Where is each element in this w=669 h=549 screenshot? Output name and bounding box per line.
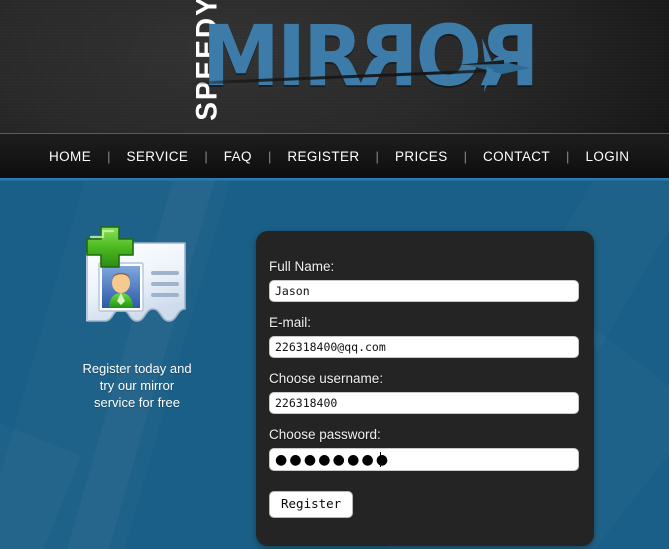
nav-item-prices[interactable]: PRICES: [395, 149, 448, 164]
nav-separator: |: [204, 148, 208, 164]
background-streak: [0, 411, 81, 549]
nav-item-faq[interactable]: FAQ: [224, 149, 252, 164]
nav-item-service[interactable]: SERVICE: [127, 149, 189, 164]
add-contact-card-icon: [69, 225, 205, 341]
username-input[interactable]: [269, 392, 579, 414]
email-input[interactable]: [269, 336, 579, 358]
promo-line-1: Register today and: [82, 361, 192, 376]
site-logo[interactable]: SPEEDY MIRROR: [166, 0, 539, 124]
nav-item-register[interactable]: REGISTER: [287, 149, 359, 164]
text-cursor: [380, 452, 381, 467]
promo-line-3: service for free: [94, 395, 180, 410]
nav-item-home[interactable]: HOME: [49, 149, 91, 164]
nav-separator: |: [463, 148, 467, 164]
promo-block: Register today and try our mirror servic…: [42, 225, 232, 411]
logo-mirror-plain: MIR: [202, 7, 363, 105]
username-label: Choose username:: [269, 371, 384, 386]
nav-separator: |: [375, 148, 379, 164]
password-input[interactable]: ●●●●●●●●: [269, 448, 579, 471]
full-name-input[interactable]: [269, 280, 579, 302]
nav-separator: |: [566, 148, 570, 164]
email-label: E-mail:: [269, 315, 312, 330]
promo-line-2: try our mirror: [99, 378, 175, 393]
main-content: Register today and try our mirror servic…: [0, 181, 669, 549]
password-label: Choose password:: [269, 427, 381, 442]
nav-separator: |: [107, 148, 111, 164]
site-header: SPEEDY MIRROR: [0, 0, 669, 133]
logo-arrow-icon: [458, 38, 530, 92]
nav-item-contact[interactable]: CONTACT: [483, 149, 550, 164]
register-submit-button[interactable]: Register: [269, 491, 354, 518]
nav-separator: |: [267, 148, 272, 164]
password-masked-value: ●●●●●●●●: [275, 452, 391, 468]
full-name-label: Full Name:: [269, 259, 335, 274]
page-root: SPEEDY MIRROR HOME | SERVICE | FAQ | REG…: [0, 0, 669, 549]
promo-caption: Register today and try our mirror servic…: [42, 360, 232, 411]
registration-form-panel: Full Name: E-mail: Choose username: Choo…: [256, 231, 594, 546]
nav-item-login[interactable]: LOGIN: [585, 149, 629, 164]
main-navigation: HOME | SERVICE | FAQ | REGISTER | PRICES…: [0, 134, 669, 178]
